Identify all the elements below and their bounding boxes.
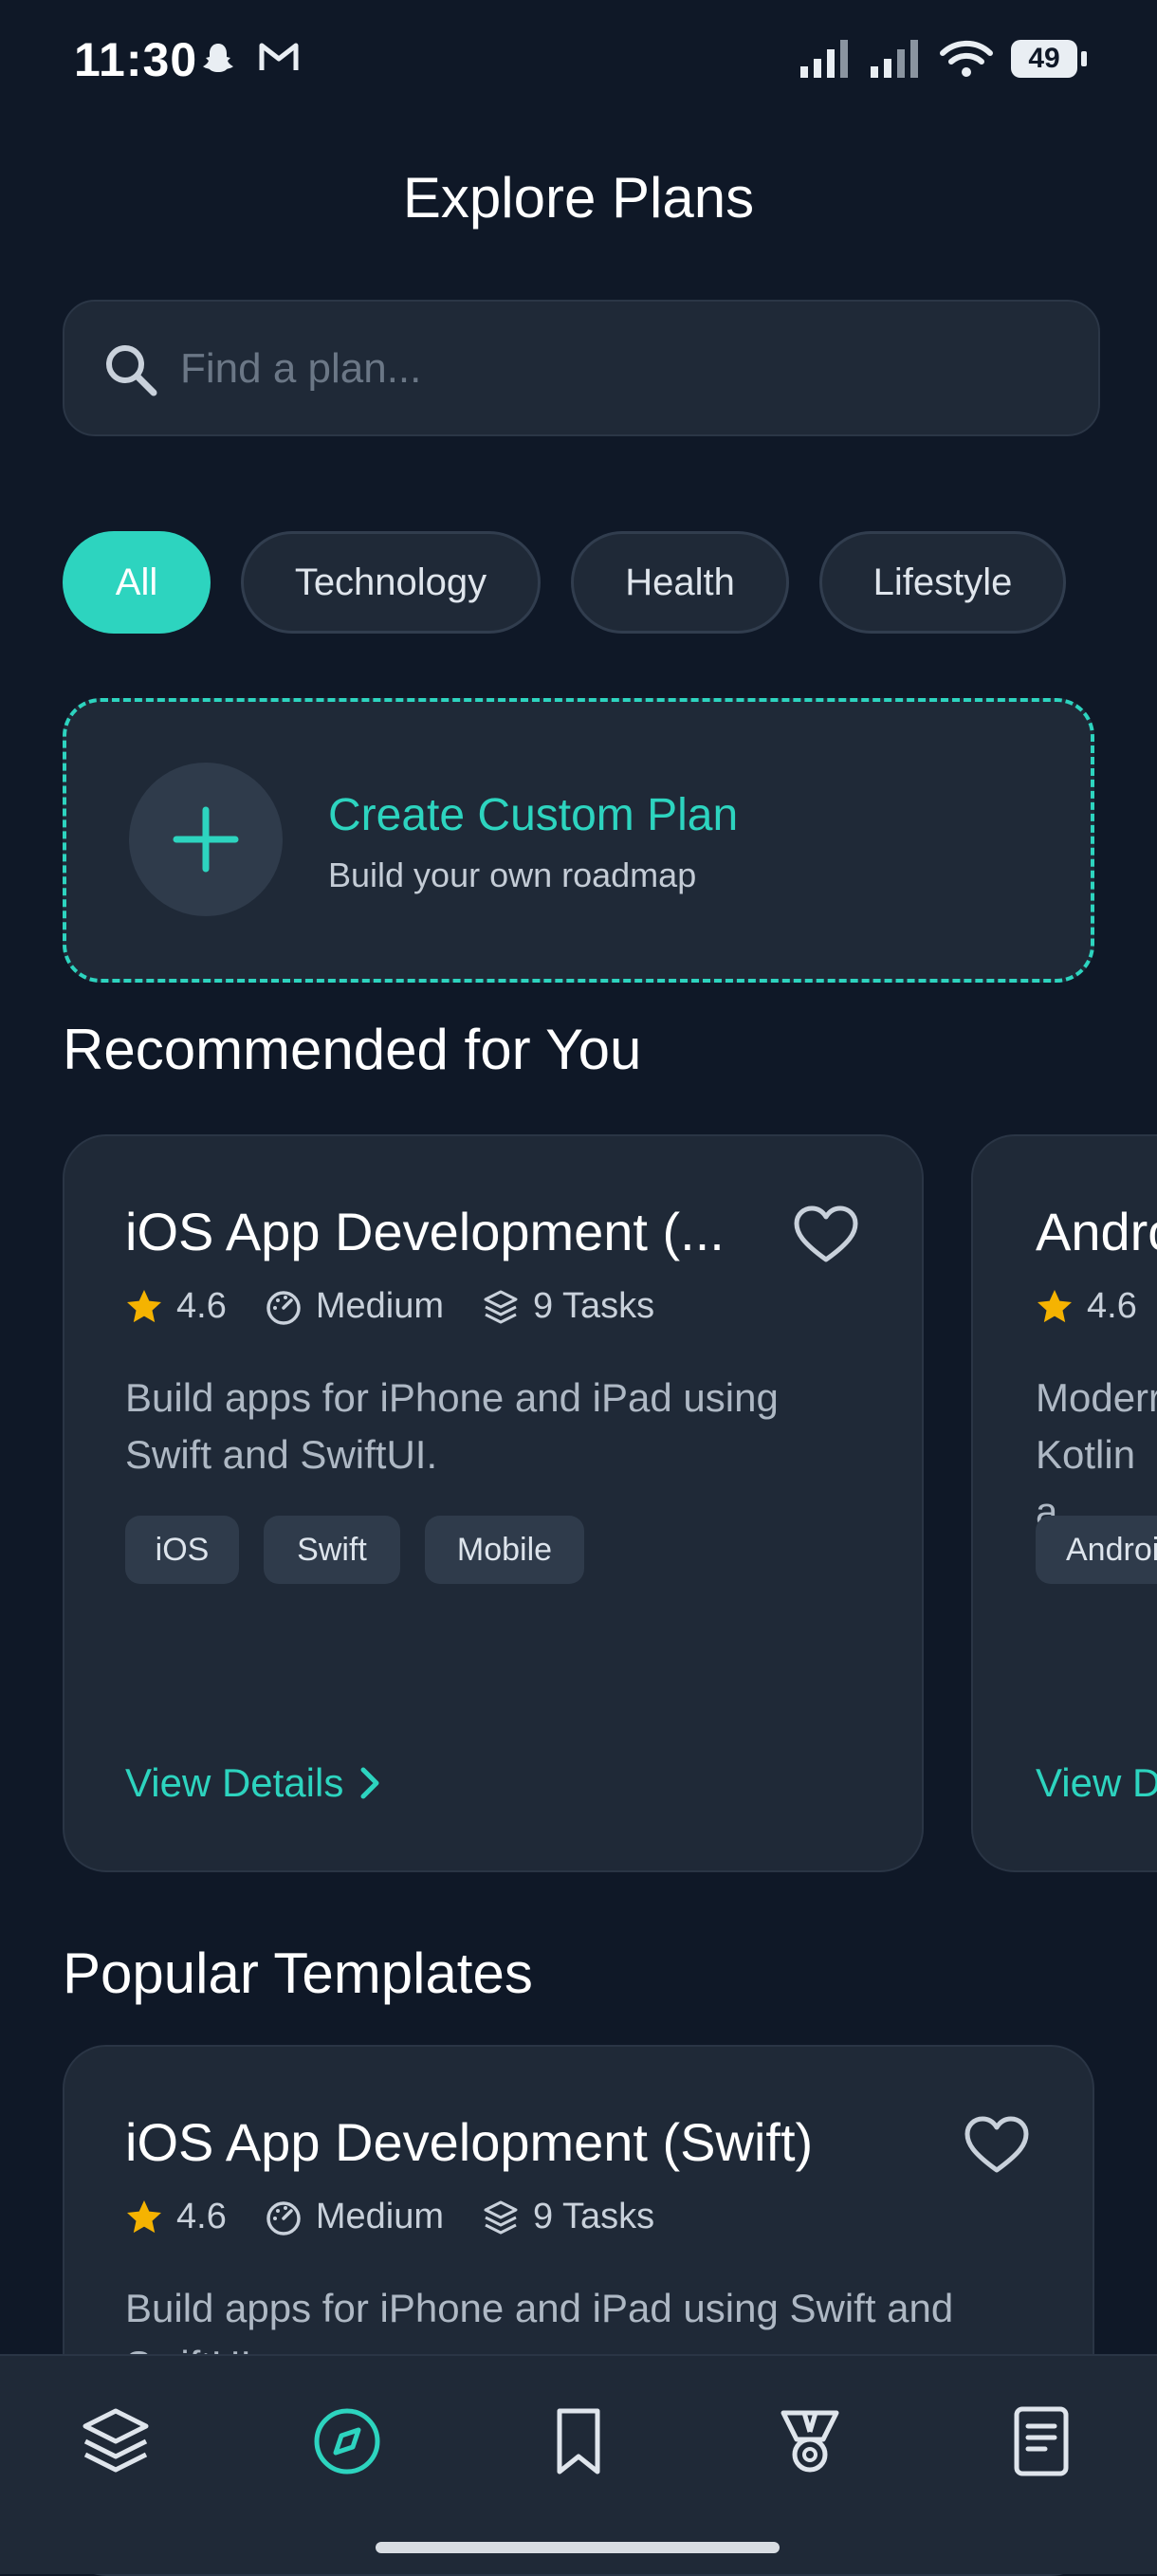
card-tasks: 9 Tasks [532, 1286, 655, 1326]
card-description-line: Build apps for iPhone and iPad using Swi… [125, 2286, 954, 2330]
tag-ios[interactable]: iOS [125, 1516, 239, 1584]
card-title: iOS App Development (Swift) [125, 2112, 814, 2172]
heart-icon[interactable] [793, 1205, 859, 1265]
layers-small-icon [484, 2200, 518, 2234]
card-meta: 4.6 Medium 9 Tasks [125, 1286, 654, 1327]
tag-swift[interactable]: Swift [264, 1516, 400, 1584]
signal-icon [800, 40, 848, 78]
snapchat-icon [203, 44, 233, 72]
recommended-section-title: Recommended for You [63, 1018, 642, 1081]
card-description-line: Swift and SwiftUI. [125, 1432, 438, 1477]
card-description-line: Build apps for iPhone and iPad using [125, 1375, 779, 1420]
card-description: Moderr Kotlin a [1036, 1370, 1157, 1540]
filter-chip-all[interactable]: All [63, 531, 211, 634]
notification-icons [199, 40, 300, 78]
document-icon [1014, 2406, 1069, 2476]
layers-icon [83, 2408, 149, 2473]
compass-icon [314, 2408, 380, 2475]
page-title: Explore Plans [402, 166, 755, 230]
search-input[interactable] [178, 334, 1036, 404]
heart-icon[interactable] [964, 2115, 1030, 2176]
card-rating: 4.6 [176, 1286, 227, 1326]
gauge-icon [266, 2200, 301, 2236]
plus-icon [173, 806, 239, 873]
recommended-card[interactable]: iOS App Development (... 4.6 Medium 9 Ta… [63, 1134, 924, 1872]
plus-button[interactable] [129, 763, 283, 916]
search-bar[interactable] [63, 300, 1100, 436]
card-title: Andro [1036, 1202, 1157, 1261]
status-time: 11:30 [74, 33, 198, 86]
card-meta: 4.6 Medium 9 Tasks [125, 2197, 654, 2237]
system-icons: 49 [799, 38, 1087, 80]
card-difficulty: Medium [315, 1286, 444, 1326]
search-icon [106, 345, 157, 396]
card-title: iOS App Development (... [125, 1202, 725, 1261]
card-meta: 4.6 [1036, 1286, 1137, 1327]
card-difficulty: Medium [315, 2197, 444, 2236]
filter-chip-health[interactable]: Health [571, 531, 789, 634]
star-icon [127, 2199, 161, 2233]
tag-mobile[interactable]: Mobile [425, 1516, 584, 1584]
custom-plan-subtitle: Build your own roadmap [328, 856, 697, 894]
battery-indicator: 49 [1011, 40, 1087, 78]
custom-plan-title: Create Custom Plan [328, 790, 739, 840]
nav-plans[interactable] [68, 2394, 163, 2489]
wifi-icon [940, 40, 993, 77]
card-rating: 4.6 [176, 2197, 227, 2236]
nav-explore[interactable] [300, 2394, 395, 2489]
view-details-link[interactable]: View D [1036, 1760, 1157, 1806]
bookmark-icon [557, 2408, 600, 2475]
nav-achievements[interactable] [762, 2394, 857, 2489]
create-custom-plan-card[interactable]: Create Custom Plan Build your own roadma… [63, 698, 1094, 983]
medal-icon [781, 2410, 839, 2473]
gmail-icon [259, 43, 299, 70]
card-description: Build apps for iPhone and iPad using Swi… [125, 1370, 779, 1483]
card-rating: 4.6 [1087, 1286, 1137, 1326]
star-icon [1038, 1289, 1072, 1322]
nav-notes[interactable] [994, 2394, 1089, 2489]
filter-chip-lifestyle[interactable]: Lifestyle [819, 531, 1066, 634]
star-icon [127, 1289, 161, 1322]
view-details-link[interactable]: View Details [125, 1760, 381, 1806]
home-indicator[interactable] [376, 2542, 780, 2553]
chevron-right-icon [360, 1767, 379, 1799]
view-details-label: View Details [125, 1760, 344, 1805]
layers-small-icon [484, 1290, 518, 1323]
tag-android[interactable]: Androi [1036, 1516, 1157, 1584]
nav-saved[interactable] [531, 2394, 626, 2489]
popular-section-title: Popular Templates [63, 1941, 533, 2005]
gauge-icon [266, 1290, 301, 1325]
card-description-line: Moderr [1036, 1375, 1157, 1420]
filter-chip-technology[interactable]: Technology [241, 531, 541, 634]
signal-icon-2 [871, 40, 918, 78]
card-tasks: 9 Tasks [532, 2197, 655, 2236]
recommended-card-partial[interactable]: Andro 4.6 Moderr Kotlin a Androi View D [971, 1134, 1157, 1872]
